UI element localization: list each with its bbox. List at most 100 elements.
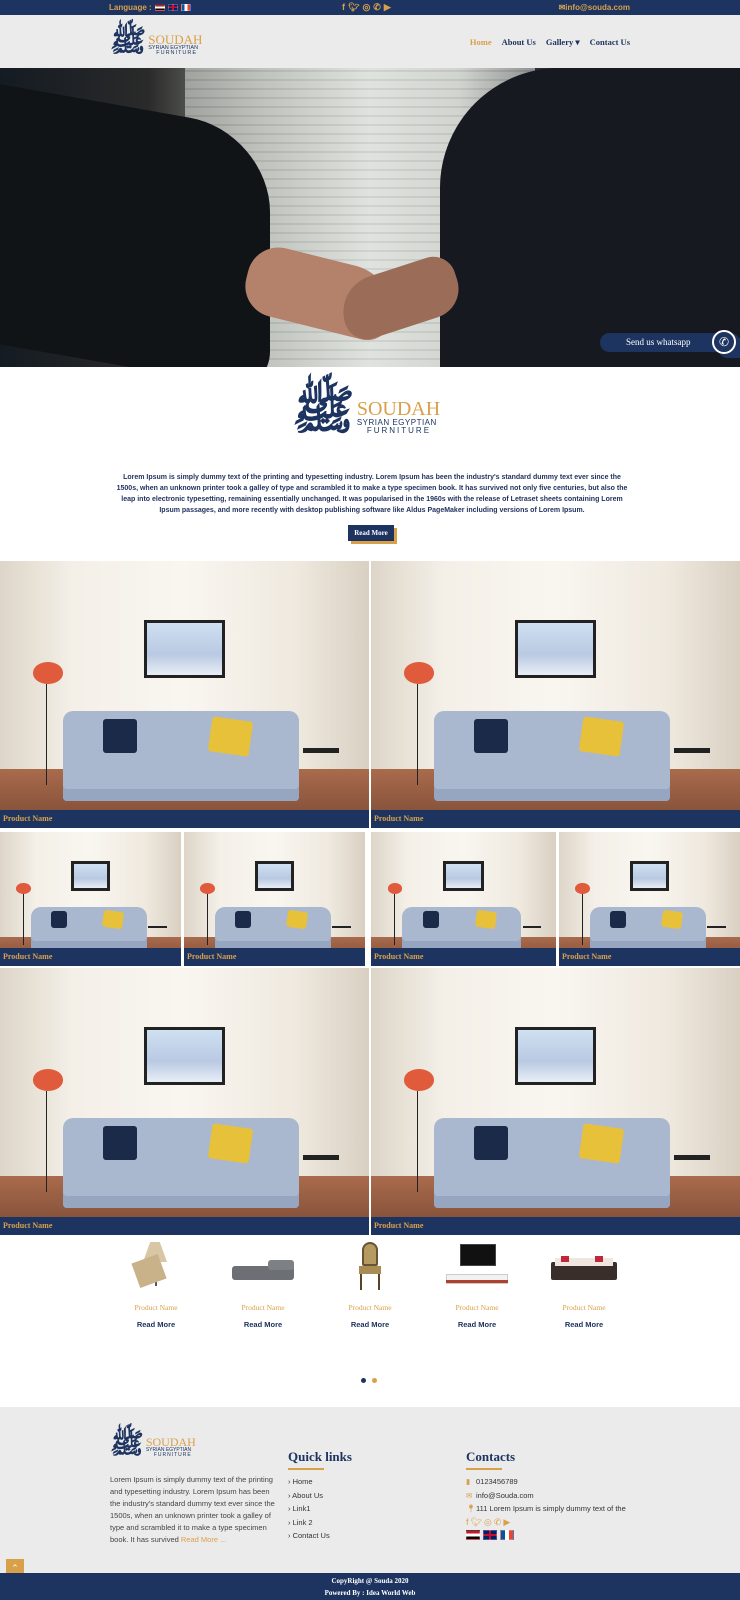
tile-sofa bbox=[433, 710, 670, 802]
product-caption[interactable]: Product Name bbox=[371, 1217, 740, 1235]
quick-link-about[interactable]: › About Us bbox=[288, 1489, 330, 1503]
carousel-read-more[interactable]: Read More bbox=[437, 1320, 517, 1329]
instagram-icon[interactable]: ◎ bbox=[362, 2, 370, 13]
main-navbar: ﷺ SOUDAH SYRIAN EGYPTIAN FURNITURE Home … bbox=[0, 15, 740, 68]
egypt-flag-icon[interactable] bbox=[154, 4, 165, 11]
product-tile[interactable]: Product Name bbox=[371, 832, 556, 966]
footer-logo[interactable]: ﷺ SOUDAH SYRIAN EGYPTIAN FURNITURE bbox=[110, 1427, 196, 1467]
product-caption[interactable]: Product Name bbox=[0, 948, 181, 966]
chevron-up-icon: ⌃ bbox=[11, 1563, 19, 1573]
quick-link-home[interactable]: › Home bbox=[288, 1475, 330, 1489]
product-tile[interactable]: Product Name bbox=[184, 832, 365, 966]
product-caption[interactable]: Product Name bbox=[0, 810, 369, 828]
facebook-icon[interactable]: f bbox=[342, 2, 345, 13]
carousel-read-more[interactable]: Read More bbox=[330, 1320, 410, 1329]
powered-by-text[interactable]: Powered By : Idea World Web bbox=[0, 1587, 740, 1599]
tile-lamp-stand bbox=[46, 683, 48, 786]
carousel-dot-2[interactable] bbox=[372, 1378, 377, 1383]
tile-pillow-yellow bbox=[475, 909, 498, 930]
france-flag-icon[interactable] bbox=[500, 1530, 514, 1540]
tile-pillow-navy bbox=[474, 1125, 508, 1161]
top-email[interactable]: ✉info@souda.com bbox=[559, 3, 630, 12]
whatsapp-button[interactable]: Send us whatsapp ✆ bbox=[600, 330, 740, 354]
product-tile[interactable]: Product Name bbox=[371, 968, 740, 1235]
carousel-item[interactable]: Product Name Read More bbox=[223, 1240, 303, 1329]
nav-gallery[interactable]: Gallery ▾ bbox=[546, 37, 580, 48]
contact-email[interactable]: ✉ info@Souda.com bbox=[466, 1489, 626, 1503]
carousel-item[interactable]: Product Name Read More bbox=[116, 1240, 196, 1329]
product-tile[interactable]: Product Name bbox=[0, 832, 181, 966]
carousel-product-name[interactable]: Product Name bbox=[544, 1303, 624, 1312]
quick-links-list: › Home › About Us › Link1 › Link 2 › Con… bbox=[288, 1475, 330, 1543]
tile-side-table bbox=[522, 925, 542, 929]
nav-contact[interactable]: Contact Us bbox=[590, 37, 630, 48]
carousel-product-name[interactable]: Product Name bbox=[437, 1303, 517, 1312]
tile-sofa bbox=[62, 710, 299, 802]
tile-picture-frame bbox=[254, 861, 295, 891]
language-label: Language : bbox=[109, 3, 152, 12]
whatsapp-icon[interactable]: ✆ bbox=[373, 2, 381, 13]
product-caption[interactable]: Product Name bbox=[184, 948, 365, 966]
product-tile[interactable]: Product Name bbox=[371, 561, 740, 828]
top-email-text[interactable]: info@souda.com bbox=[565, 3, 630, 12]
footer-read-more-link[interactable]: Read More ... bbox=[181, 1535, 226, 1544]
carousel-product-name[interactable]: Product Name bbox=[330, 1303, 410, 1312]
whatsapp-label[interactable]: Send us whatsapp bbox=[626, 337, 691, 347]
tile-pillow-navy bbox=[234, 911, 251, 929]
carousel-dot-1[interactable] bbox=[361, 1378, 366, 1383]
phone-icon: ▮ bbox=[466, 1477, 471, 1486]
product-tile[interactable]: Product Name bbox=[559, 832, 740, 966]
youtube-icon[interactable]: ▶ bbox=[503, 1517, 512, 1527]
quick-link-link2[interactable]: › Link 2 bbox=[288, 1516, 330, 1530]
instagram-icon[interactable]: ◎ bbox=[484, 1517, 494, 1527]
quick-link-link1[interactable]: › Link1 bbox=[288, 1502, 330, 1516]
twitter-icon[interactable]: 🐦︎ bbox=[471, 1517, 484, 1527]
product-caption[interactable]: Product Name bbox=[559, 948, 740, 966]
carousel-item[interactable]: Product Name Read More bbox=[544, 1240, 624, 1329]
twitter-icon[interactable]: 🐦︎ bbox=[348, 2, 359, 13]
tile-lamp-stand bbox=[417, 683, 419, 786]
carousel-read-more[interactable]: Read More bbox=[223, 1320, 303, 1329]
uk-flag-icon[interactable] bbox=[483, 1530, 497, 1540]
whatsapp-icon[interactable]: ✆ bbox=[494, 1517, 504, 1527]
about-logo-subtitle-2: FURNITURE bbox=[366, 425, 432, 435]
carousel-item[interactable]: Product Name Read More bbox=[437, 1240, 517, 1329]
about-read-more-button[interactable]: Read More bbox=[348, 525, 394, 541]
header-logo[interactable]: ﷺ SOUDAH SYRIAN EGYPTIAN FURNITURE bbox=[110, 23, 202, 66]
product-caption[interactable]: Product Name bbox=[371, 948, 556, 966]
product-caption[interactable]: Product Name bbox=[371, 810, 740, 828]
france-flag-icon[interactable] bbox=[180, 4, 191, 11]
whatsapp-float-icon[interactable]: ✆ bbox=[712, 330, 736, 354]
contact-phone[interactable]: ▮ 0123456789 bbox=[466, 1475, 626, 1489]
nav-home[interactable]: Home bbox=[470, 37, 492, 48]
tile-sofa bbox=[62, 1117, 299, 1209]
tile-picture-frame bbox=[443, 861, 484, 891]
tile-pillow-yellow bbox=[579, 715, 625, 756]
top-bar: Language : f 🐦︎ ◎ ✆ ▶ ✉info@souda.com bbox=[0, 0, 740, 15]
tile-side-table bbox=[673, 747, 711, 754]
youtube-icon[interactable]: ▶ bbox=[384, 2, 391, 13]
carousel-item[interactable]: Product Name Read More bbox=[330, 1240, 410, 1329]
carousel-read-more[interactable]: Read More bbox=[116, 1320, 196, 1329]
uk-flag-icon[interactable] bbox=[167, 4, 178, 11]
footer-social-links: f🐦︎◎✆▶ bbox=[466, 1516, 626, 1530]
product-tile[interactable]: Product Name bbox=[0, 561, 369, 828]
carousel-product-name[interactable]: Product Name bbox=[223, 1303, 303, 1312]
tile-lamp-stand bbox=[417, 1090, 419, 1193]
tile-sofa bbox=[589, 907, 706, 953]
tile-side-table bbox=[302, 747, 340, 754]
carousel-product-name[interactable]: Product Name bbox=[116, 1303, 196, 1312]
carousel-read-more[interactable]: Read More bbox=[544, 1320, 624, 1329]
tile-sofa bbox=[214, 907, 331, 953]
tile-sofa bbox=[433, 1117, 670, 1209]
nav-about[interactable]: About Us bbox=[502, 37, 536, 48]
chair-product-image bbox=[335, 1240, 405, 1295]
product-caption[interactable]: Product Name bbox=[0, 1217, 369, 1235]
tile-lamp-stand bbox=[22, 893, 24, 945]
quick-link-contact[interactable]: › Contact Us bbox=[288, 1529, 330, 1543]
nav-menu: Home About Us Gallery ▾ Contact Us bbox=[470, 37, 630, 48]
egypt-flag-icon[interactable] bbox=[466, 1530, 480, 1540]
product-tile[interactable]: Product Name bbox=[0, 968, 369, 1235]
tile-lamp bbox=[404, 662, 434, 684]
envelope-icon: ✉ bbox=[466, 1490, 473, 1500]
